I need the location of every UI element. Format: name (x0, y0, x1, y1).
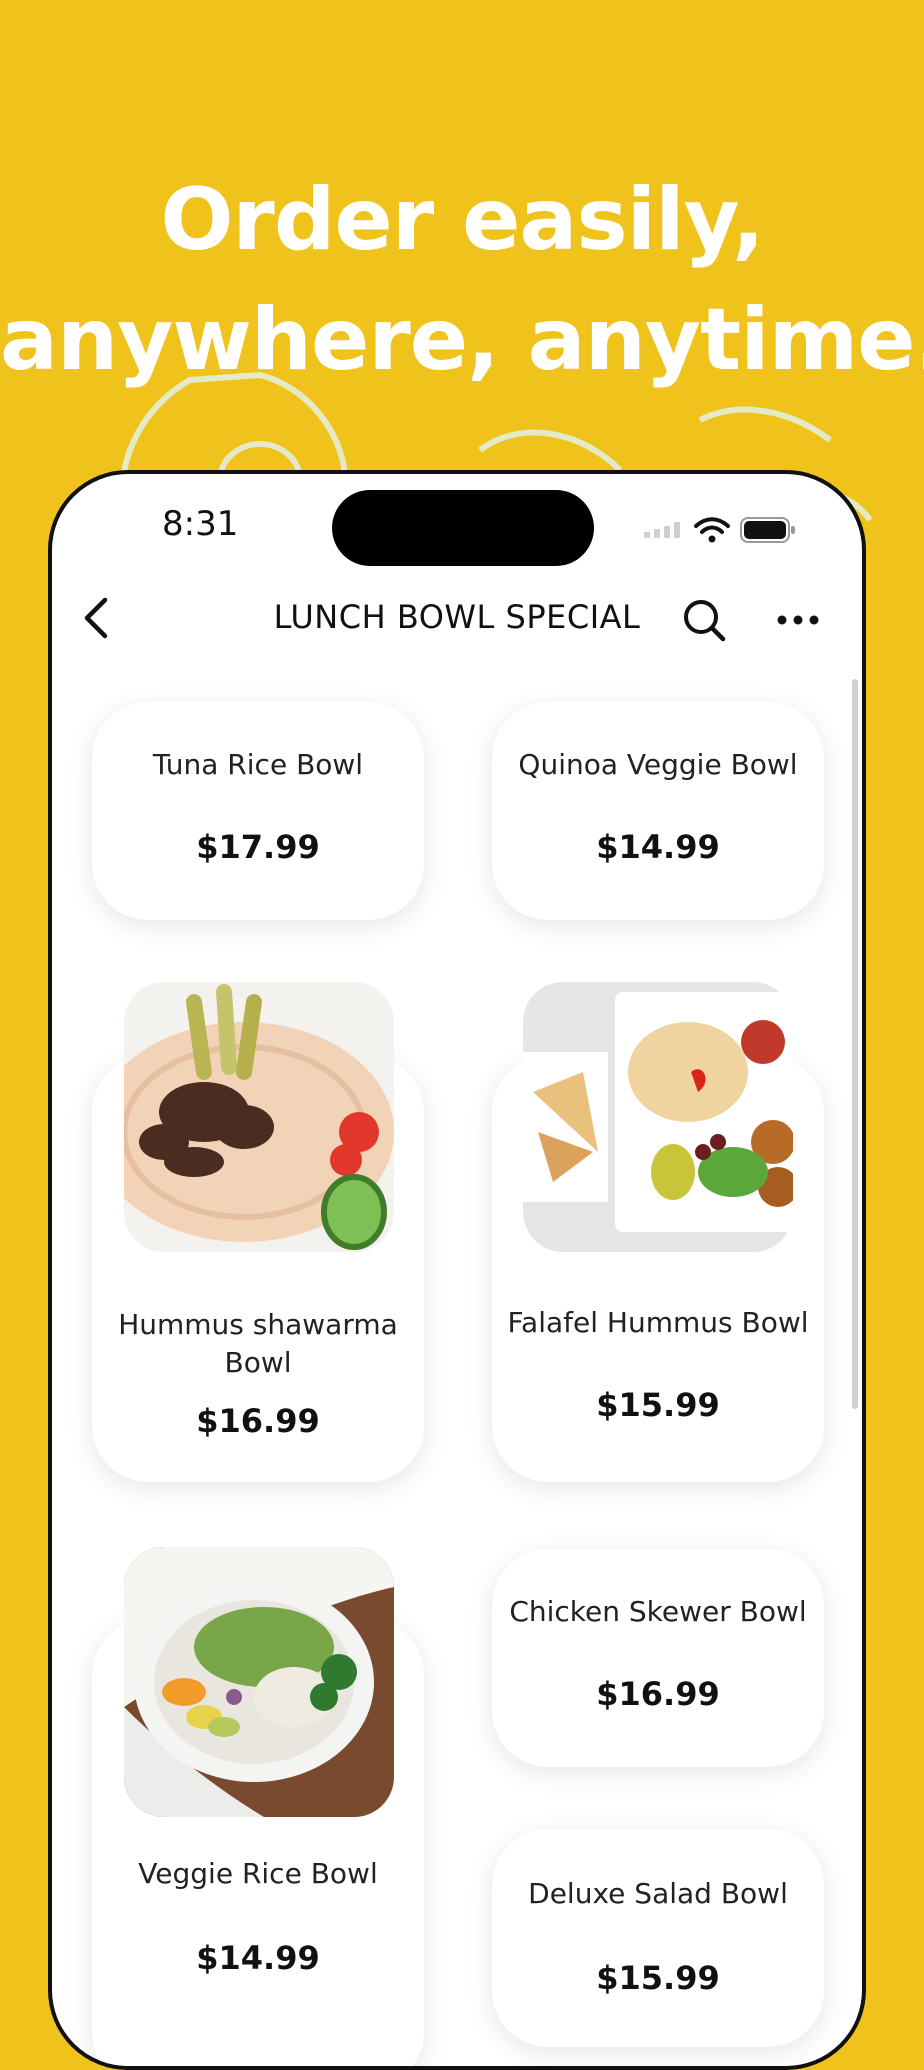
more-horizontal-icon (777, 615, 819, 625)
menu-card[interactable]: Tuna Rice Bowl $17.99 (92, 702, 424, 920)
menu-item-price: $17.99 (196, 828, 320, 866)
search-icon (684, 600, 726, 642)
status-icons (644, 516, 796, 544)
menu-card[interactable]: Chicken Skewer Bowl $16.99 (492, 1549, 824, 1767)
page-title: LUNCH BOWL SPECIAL (273, 598, 641, 636)
menu-item-name: Chicken Skewer Bowl (509, 1595, 807, 1628)
dynamic-island (332, 490, 594, 566)
menu-item-price: $16.99 (196, 1402, 320, 1440)
search-button[interactable] (676, 592, 732, 648)
scrollbar[interactable] (852, 679, 858, 1409)
menu-item-name: Veggie Rice Bowl (138, 1857, 378, 1890)
menu-item-price: $16.99 (596, 1675, 720, 1713)
status-time: 8:31 (162, 504, 239, 544)
menu-item-price: $15.99 (596, 1386, 720, 1424)
menu-item-name: Deluxe Salad Bowl (528, 1877, 788, 1910)
menu-item-name: Quinoa Veggie Bowl (518, 748, 798, 781)
hummus-shawarma-photo (124, 982, 394, 1252)
menu-item-price: $14.99 (596, 828, 720, 866)
menu-card[interactable]: Deluxe Salad Bowl $15.99 (492, 1829, 824, 2047)
cellular-signal-icon (644, 522, 680, 538)
battery-icon (740, 517, 795, 543)
headline-line-1: Order easily, (160, 170, 764, 270)
menu-item-name: Hummus shawarma Bowl (118, 1308, 398, 1379)
menu-item-name: Tuna Rice Bowl (152, 748, 364, 781)
phone-screen: 8:31 LUNCH BOWL SPECIAL Tuna Rice Bowl $… (48, 470, 866, 2070)
veggie-rice-photo (124, 1547, 394, 1817)
menu-item-price: $15.99 (596, 1959, 720, 1997)
menu-card[interactable]: Quinoa Veggie Bowl $14.99 (492, 702, 824, 920)
menu-item-name: Falafel Hummus Bowl (507, 1306, 809, 1339)
menu-item-price: $14.99 (196, 1939, 320, 1977)
falafel-hummus-photo (523, 982, 793, 1252)
navigation-bar: LUNCH BOWL SPECIAL (52, 584, 862, 654)
wifi-icon (694, 517, 730, 543)
more-options-button[interactable] (768, 592, 828, 648)
